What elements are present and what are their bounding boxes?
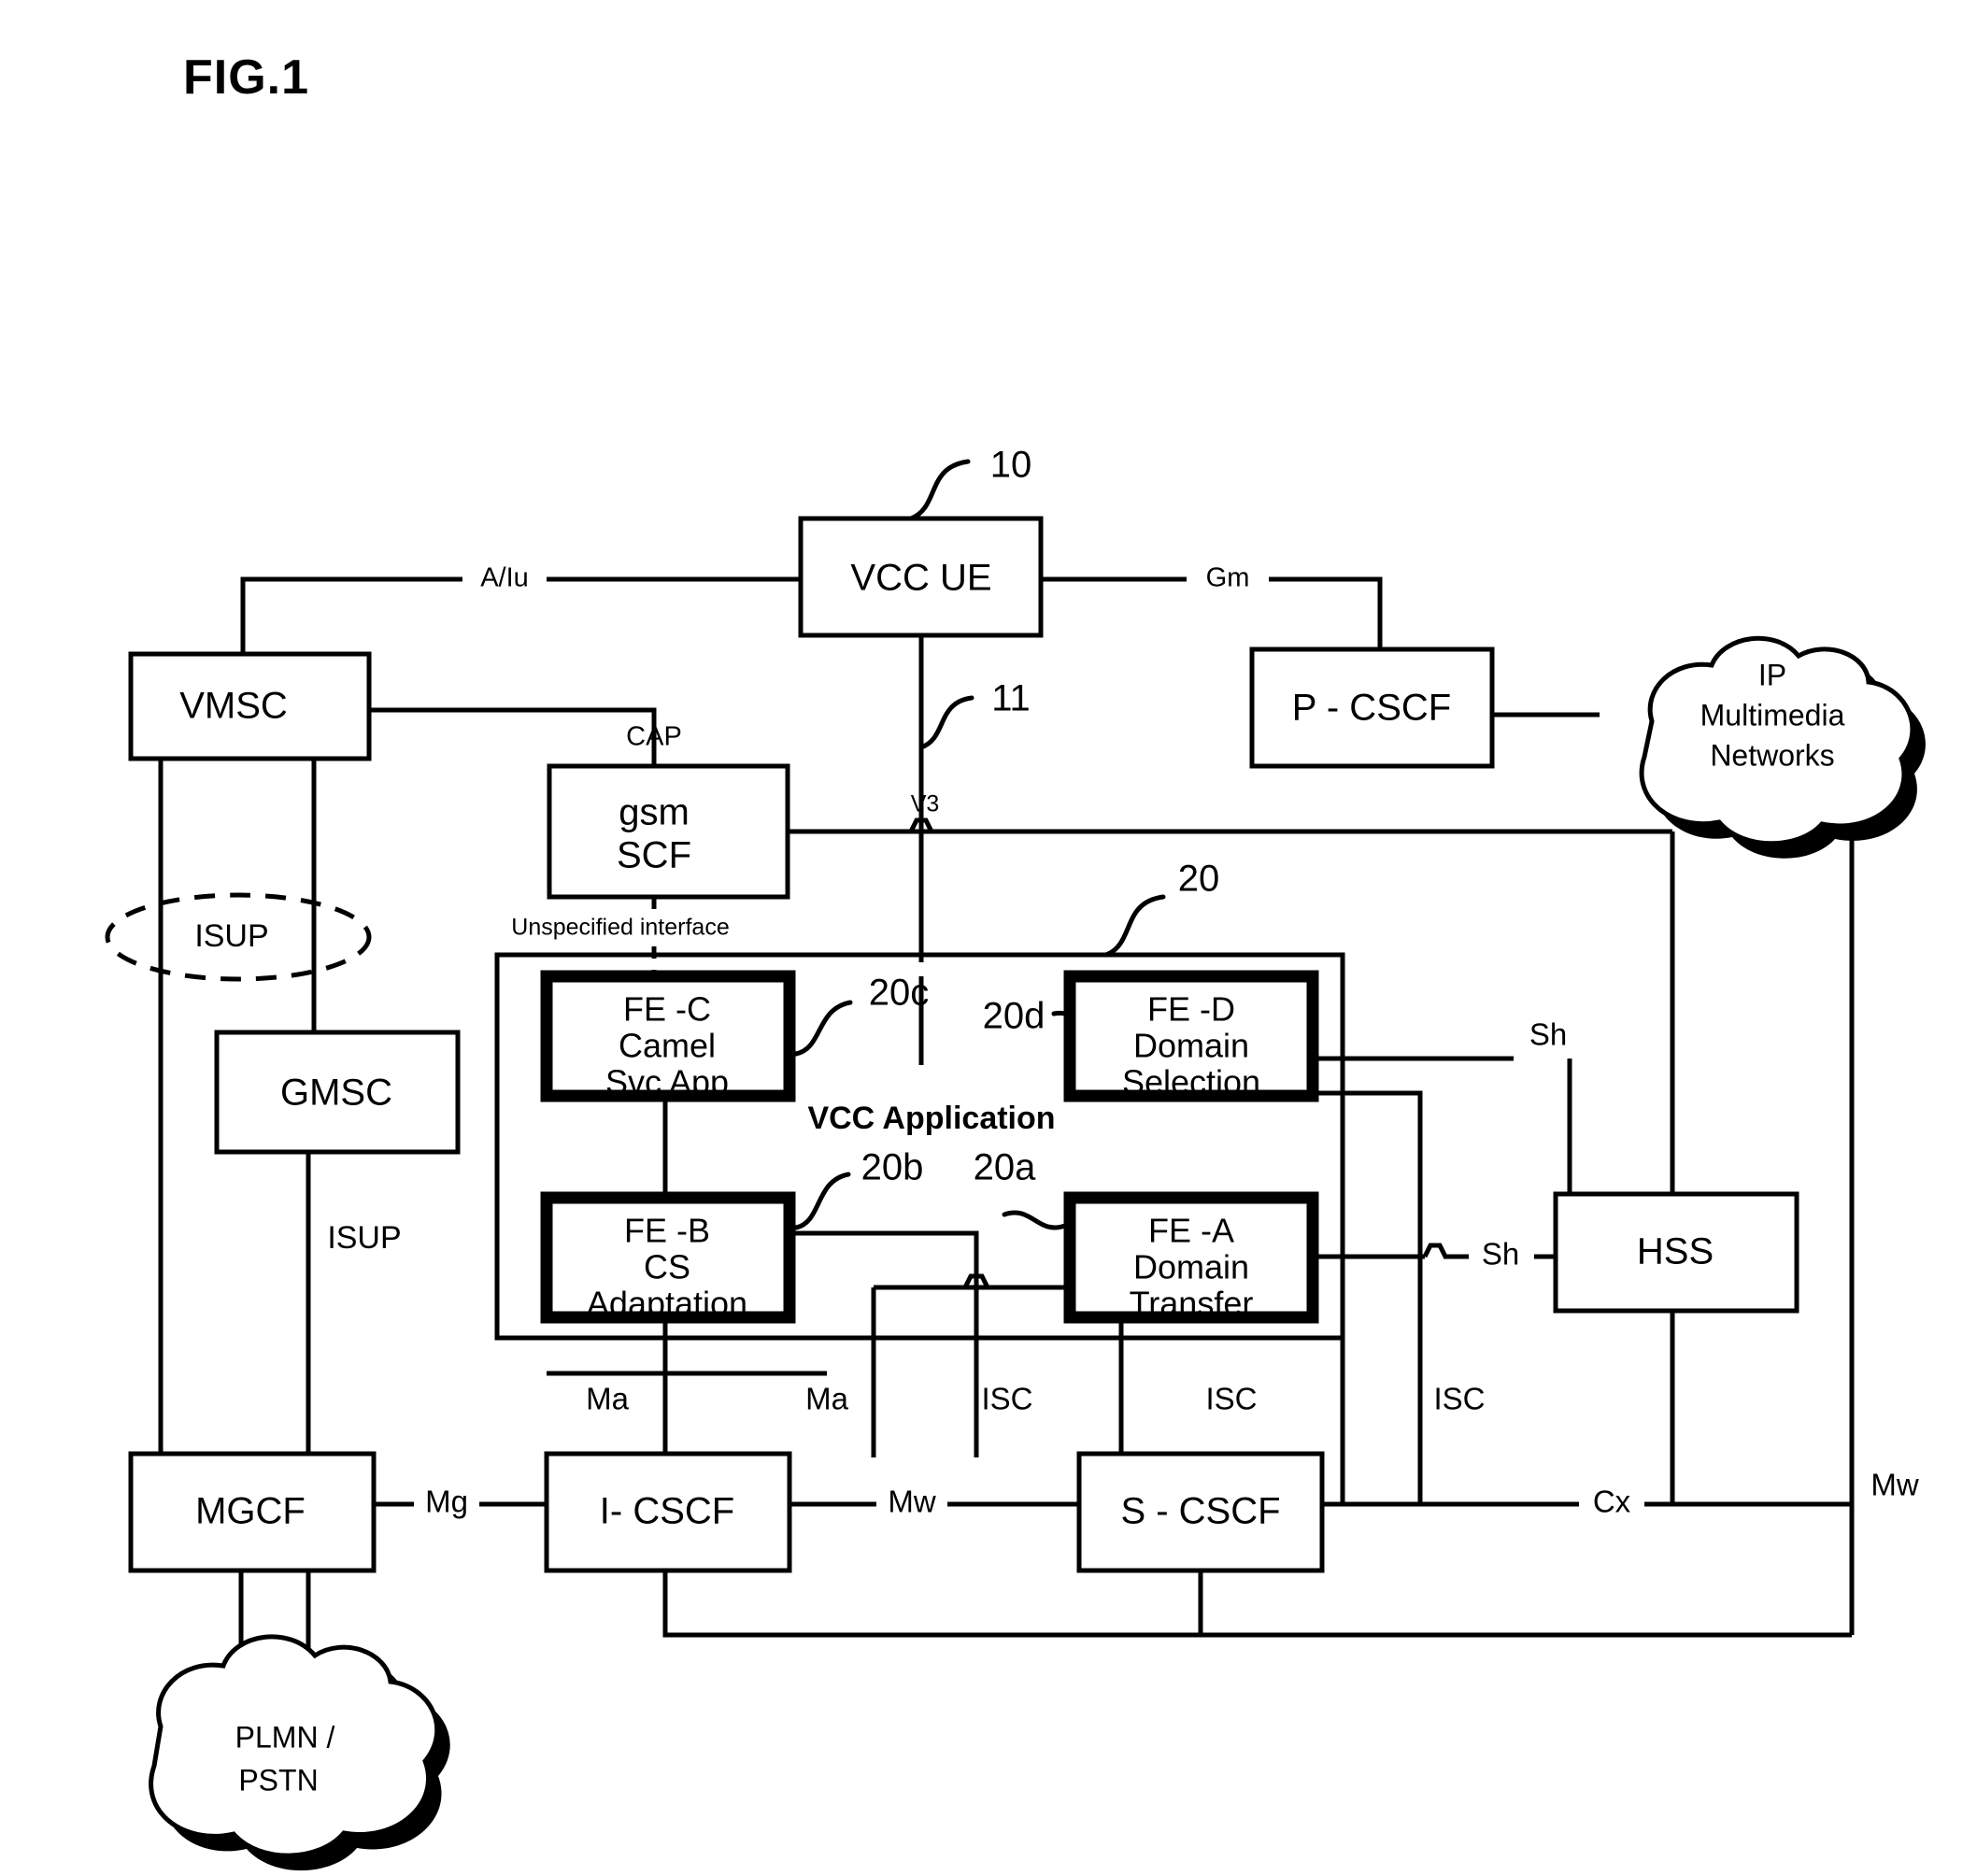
gm-label: Gm: [1206, 563, 1250, 593]
node-hss[interactable]: HSS: [1553, 1191, 1799, 1314]
node-s-cscf[interactable]: S - CSCF: [1076, 1451, 1325, 1573]
node-vmsc[interactable]: VMSC: [128, 651, 372, 761]
unspecified-interface-label: Unspecified interface: [511, 915, 729, 941]
hss-label: HSS: [1637, 1231, 1714, 1272]
vmsc-label: VMSC: [179, 686, 288, 727]
sh-bottom-label: Sh: [1482, 1237, 1519, 1272]
node-fe-a[interactable]: FE -A Domain Transfer: [1063, 1191, 1319, 1324]
vcc-application-label: VCC Application: [807, 1101, 1055, 1136]
a-iu-label: A/Iu: [480, 563, 529, 593]
mw-right-label: Mw: [1870, 1468, 1918, 1502]
isc-2-label: ISC: [1205, 1382, 1257, 1416]
leader-20: [1103, 894, 1166, 958]
ref-numeral-20: 20: [1178, 859, 1220, 900]
isc-3-label: ISC: [1433, 1382, 1485, 1416]
node-i-cscf[interactable]: I- CSCF: [544, 1451, 792, 1573]
leader-20b: [793, 1172, 851, 1230]
isc-1-label: ISC: [981, 1382, 1032, 1416]
s-cscf-label: S - CSCF: [1120, 1491, 1280, 1532]
cap-label: CAP: [626, 722, 682, 752]
vcc-ue-label: VCC UE: [850, 558, 991, 599]
ip-cloud-line2: Multimedia: [1700, 698, 1845, 732]
cloud-ip-multimedia-networks: IP Multimedia Networks: [1639, 635, 1926, 859]
ip-cloud-line1: IP: [1758, 658, 1786, 691]
cloud-plmn-pstn: PLMN / PSTN: [149, 1634, 450, 1871]
gsm-scf-label-line1: gsm: [619, 792, 690, 833]
figure-title: FIG.1: [183, 50, 309, 105]
node-p-cscf[interactable]: P - CSCF: [1249, 647, 1495, 769]
ref-numeral-11: 11: [991, 678, 1031, 719]
leader-20a: [1002, 1210, 1068, 1230]
node-fe-b[interactable]: FE -B CS Adaptation: [540, 1191, 796, 1324]
gsm-scf-label-line2: SCF: [617, 835, 691, 876]
leader-20c: [793, 1000, 853, 1057]
i-cscf-label: I- CSCF: [600, 1491, 734, 1532]
node-mgcf[interactable]: MGCF: [128, 1451, 377, 1573]
gmsc-label: GMSC: [280, 1073, 392, 1114]
isup-vertical-label: ISUP: [327, 1220, 401, 1256]
wire-cap: [369, 707, 657, 766]
mgcf-label: MGCF: [195, 1491, 306, 1532]
node-gmsc[interactable]: GMSC: [214, 1030, 461, 1155]
fe-a-label-line3: Transfer: [1130, 1285, 1254, 1323]
ip-cloud-line3: Networks: [1710, 738, 1834, 772]
ma-left-label: Ma: [586, 1382, 629, 1416]
mg-label: Mg: [425, 1485, 468, 1519]
cx-label: Cx: [1593, 1485, 1631, 1519]
ref-numeral-20b: 20b: [861, 1147, 924, 1188]
wire-bottom-bus: [662, 1570, 1852, 1638]
wire-hop-sh: [1422, 1243, 1448, 1258]
fe-d-label-line3: Selection: [1122, 1063, 1260, 1101]
sh-top-label: Sh: [1529, 1017, 1567, 1052]
ref-numeral-20a: 20a: [974, 1147, 1036, 1188]
fe-d-label-line1: FE -D: [1147, 990, 1235, 1029]
node-gsm-scf[interactable]: gsm SCF: [547, 763, 790, 900]
isup-ellipse-label: ISUP: [194, 918, 268, 954]
v3-label: V3: [911, 791, 940, 817]
fe-c-label-line1: FE -C: [623, 990, 711, 1029]
fe-d-label-line2: Domain: [1133, 1027, 1249, 1065]
ref-numeral-10: 10: [990, 445, 1032, 486]
fe-a-label-line2: Domain: [1133, 1248, 1249, 1286]
ref-numeral-20d: 20d: [983, 996, 1045, 1037]
fe-b-label-line3: Adaptation: [587, 1285, 747, 1323]
fe-b-label-line2: CS: [644, 1248, 690, 1286]
ma-right-label: Ma: [805, 1382, 848, 1416]
fe-b-label-line1: FE -B: [624, 1212, 710, 1250]
fe-c-label-line2: Camel: [619, 1027, 716, 1065]
ref-numeral-20c: 20c: [869, 973, 930, 1014]
node-vcc-ue[interactable]: VCC UE: [798, 516, 1044, 638]
wire-feb-isc: [789, 1230, 979, 1457]
mw-mid-label: Mw: [888, 1485, 935, 1519]
patent-figure: FIG.1 ISUP 20 VCC Application VCC UE 10 …: [0, 0, 1977, 1876]
network-architecture-diagram: FIG.1 ISUP 20 VCC Application VCC UE 10 …: [105, 50, 1926, 1871]
leader-11: [918, 695, 974, 750]
p-cscf-label: P - CSCF: [1292, 688, 1451, 729]
fe-a-label-line1: FE -A: [1148, 1212, 1234, 1250]
leader-10: [908, 459, 971, 521]
node-fe-c[interactable]: FE -C Camel Svc App: [540, 970, 796, 1102]
plmn-cloud-line2: PSTN: [238, 1763, 318, 1797]
node-fe-d[interactable]: FE -D Domain Selection: [1063, 970, 1319, 1102]
plmn-cloud-line1: PLMN /: [235, 1720, 335, 1754]
fe-c-label-line3: Svc App: [605, 1063, 729, 1101]
